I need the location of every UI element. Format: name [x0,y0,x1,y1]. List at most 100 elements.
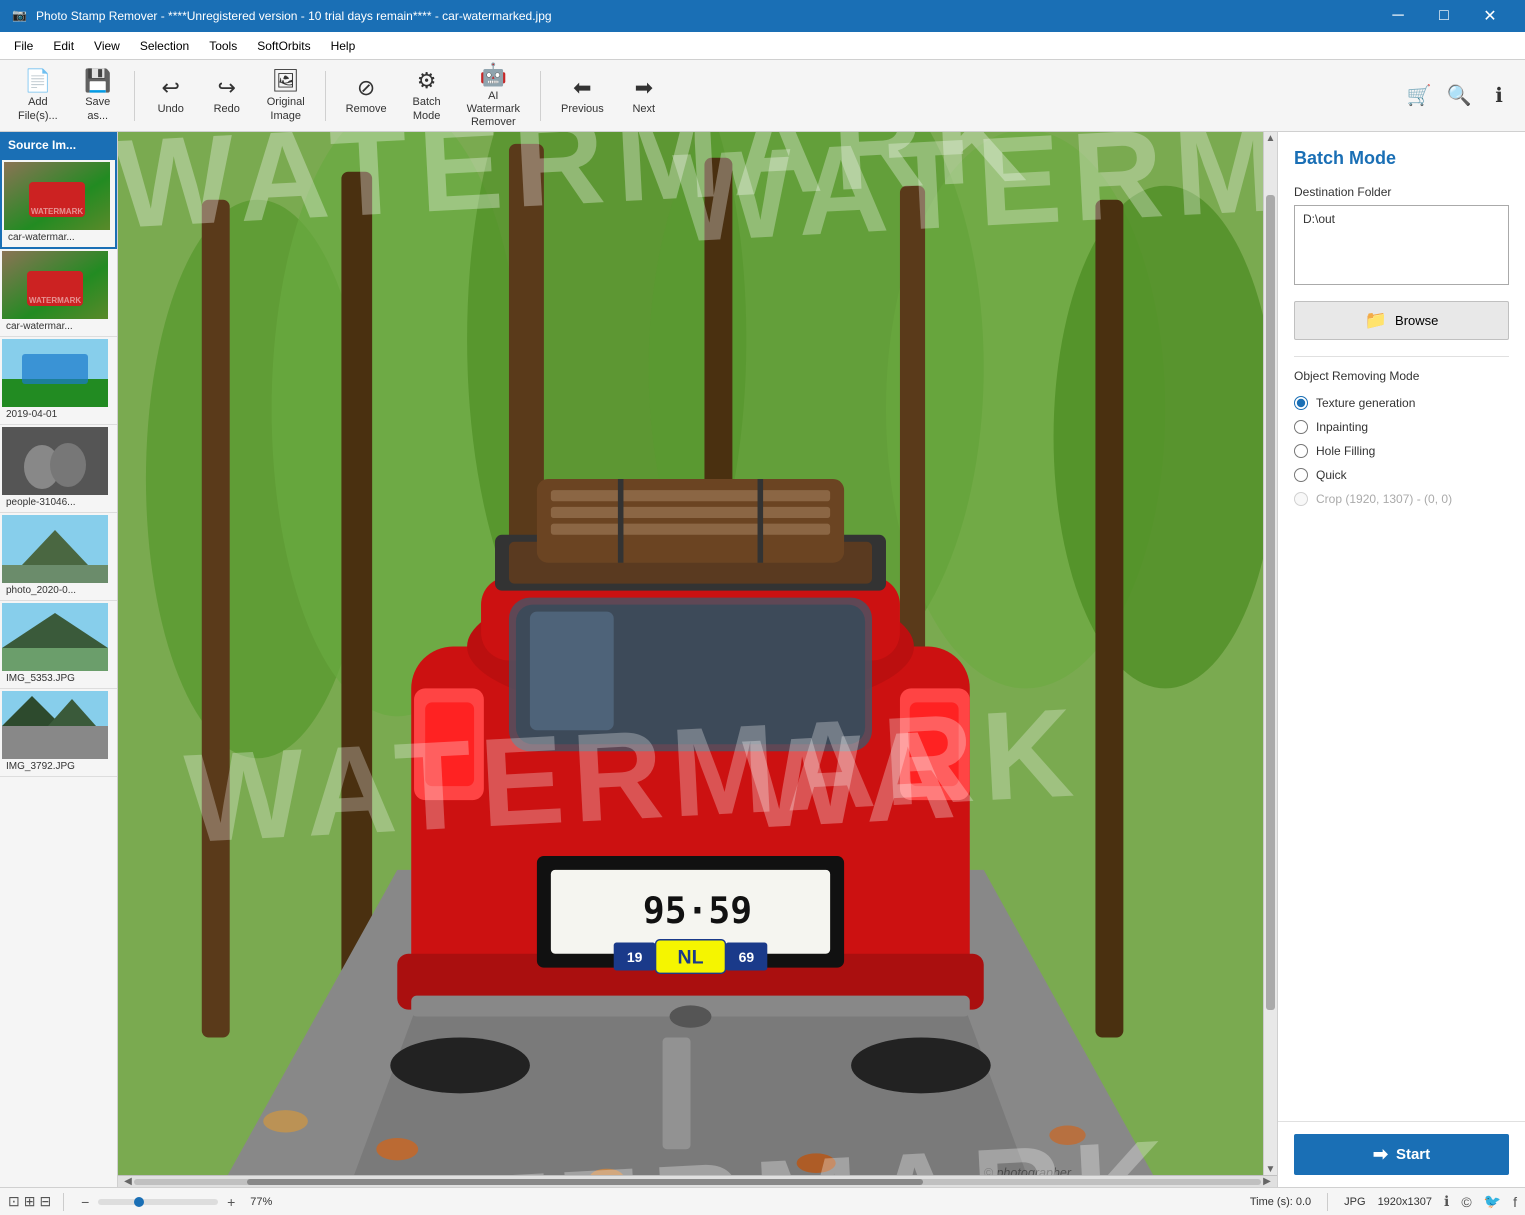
redo-icon: ↪ [218,75,236,101]
radio-quick-item[interactable]: Quick [1294,463,1509,487]
maximize-button[interactable]: □ [1421,0,1467,32]
zoom-level: 77% [250,1196,272,1208]
status-divider-1 [63,1193,64,1211]
menu-selection[interactable]: Selection [130,35,199,57]
radio-inpainting[interactable] [1294,420,1308,434]
thumb-svg-5 [2,603,108,671]
thumb-6 [2,691,108,759]
start-button[interactable]: ➡ Start [1294,1134,1509,1175]
share-icon[interactable]: © [1461,1194,1471,1210]
zoom-control: − + 77% [76,1194,272,1210]
status-bar: ⊡ ⊞ ⊟ − + 77% Time (s): 0.0 JPG 1920x130… [0,1187,1525,1215]
svg-text:WATERMARK: WATERMARK [29,296,82,305]
original-image-label: OriginalImage [267,96,305,122]
time-display: Time (s): 0.0 [1250,1196,1311,1208]
ai-watermark-remover-button[interactable]: 🤖 AIWatermarkRemover [457,66,530,126]
next-label: Next [632,103,655,116]
undo-label: Undo [158,103,184,116]
source-item-3[interactable]: people-31046... [0,425,117,513]
add-files-icon: 📄 [24,68,51,94]
source-item-label-2: 2019-04-01 [2,407,115,422]
canvas-hscrollbar[interactable]: ◀ ▶ [118,1175,1277,1187]
radio-texture[interactable] [1294,396,1308,410]
source-item-label-5: IMG_5353.JPG [2,671,115,686]
fit-to-window-icon[interactable]: ⊡ [8,1193,20,1210]
save-as-label: Saveas... [85,96,110,122]
menu-softorbits[interactable]: SoftOrbits [247,35,320,57]
vscroll-down-button[interactable]: ▼ [1264,1163,1277,1175]
batch-mode-button[interactable]: ⚙ BatchMode [401,66,453,126]
radio-quick-label: Quick [1316,468,1347,482]
zoom-plus-button[interactable]: + [222,1194,240,1210]
radio-holefilling[interactable] [1294,444,1308,458]
menu-tools[interactable]: Tools [199,35,247,57]
next-button[interactable]: ➡ Next [618,66,670,126]
source-item-0[interactable]: WATERMARK car-watermar... [0,158,117,249]
hscroll-thumb[interactable] [247,1179,923,1185]
menu-edit[interactable]: Edit [43,35,84,57]
cart-button[interactable]: 🛒 [1401,78,1437,114]
search-button[interactable]: 🔍 [1441,78,1477,114]
thumb-svg-3 [2,427,108,495]
hscroll-left-button[interactable]: ◀ [122,1176,134,1187]
facebook-icon[interactable]: f [1513,1194,1517,1210]
destination-folder-value[interactable]: D:\out [1294,205,1509,285]
thumb-svg-4 [2,515,108,583]
vscroll-thumb[interactable] [1266,195,1275,1010]
ai-watermark-icon: 🤖 [480,62,507,88]
zoom-track[interactable] [98,1199,218,1205]
start-arrow-icon: ➡ [1373,1144,1388,1165]
source-item-6[interactable]: IMG_3792.JPG [0,689,117,777]
canvas-vscroll[interactable]: ▲ ▼ [1263,132,1277,1175]
svg-text:WA: WA [740,703,966,855]
svg-text:NL: NL [677,946,703,968]
vscroll-up-button[interactable]: ▲ [1264,132,1277,144]
toolbar-right: 🛒 🔍 ℹ [1401,78,1517,114]
thumb-2 [2,339,108,407]
save-as-button[interactable]: 💾 Saveas... [72,66,124,126]
radio-crop-item[interactable]: Crop (1920, 1307) - (0, 0) [1294,487,1509,511]
close-button[interactable]: ✕ [1467,0,1513,32]
radio-texture-label: Texture generation [1316,396,1415,410]
destination-folder-section: Destination Folder D:\out [1278,177,1525,293]
source-item-1[interactable]: WATERMARK car-watermar... [0,249,117,337]
info-button[interactable]: ℹ [1481,78,1517,114]
browse-button[interactable]: 📁 Browse [1294,301,1509,340]
zoom-thumb[interactable] [134,1197,144,1207]
radio-holefilling-label: Hole Filling [1316,444,1375,458]
right-panel: Batch Mode Destination Folder D:\out 📁 B… [1277,132,1525,1187]
radio-texture-item[interactable]: Texture generation [1294,391,1509,415]
undo-button[interactable]: ↩ Undo [145,66,197,126]
thumb-4 [2,515,108,583]
twitter-icon[interactable]: 🐦 [1484,1193,1501,1210]
window-title: Photo Stamp Remover - ****Unregistered v… [36,9,1375,23]
zoom-minus-button[interactable]: − [76,1194,94,1210]
remove-button[interactable]: ⊘ Remove [336,66,397,126]
add-files-button[interactable]: 📄 AddFile(s)... [8,66,68,126]
radio-quick[interactable] [1294,468,1308,482]
source-panel-items[interactable]: WATERMARK car-watermar... WATERMARK car-… [0,158,117,1187]
image-canvas[interactable]: 95·59 19 NL 69 © photographer [118,132,1263,1175]
actual-size-icon[interactable]: ⊞ [24,1193,36,1210]
menu-help[interactable]: Help [321,35,366,57]
save-as-icon: 💾 [84,68,111,94]
app-icon: 📷 [12,8,28,24]
minimize-button[interactable]: ─ [1375,0,1421,32]
previous-button[interactable]: ⬅ Previous [551,66,614,126]
radio-crop[interactable] [1294,492,1308,506]
radio-inpainting-item[interactable]: Inpainting [1294,415,1509,439]
svg-text:69: 69 [739,949,755,965]
redo-button[interactable]: ↪ Redo [201,66,253,126]
browse-label: Browse [1395,313,1438,328]
hscroll-right-button[interactable]: ▶ [1261,1176,1273,1187]
original-image-button[interactable]: 🖼 OriginalImage [257,66,315,126]
info-icon[interactable]: ℹ [1444,1193,1449,1210]
menu-file[interactable]: File [4,35,43,57]
format-display: JPG [1344,1196,1365,1208]
source-item-5[interactable]: IMG_5353.JPG [0,601,117,689]
source-item-2[interactable]: 2019-04-01 [0,337,117,425]
zoom-fit-icon[interactable]: ⊟ [39,1193,51,1210]
radio-holefilling-item[interactable]: Hole Filling [1294,439,1509,463]
menu-view[interactable]: View [84,35,130,57]
source-item-4[interactable]: photo_2020-0... [0,513,117,601]
